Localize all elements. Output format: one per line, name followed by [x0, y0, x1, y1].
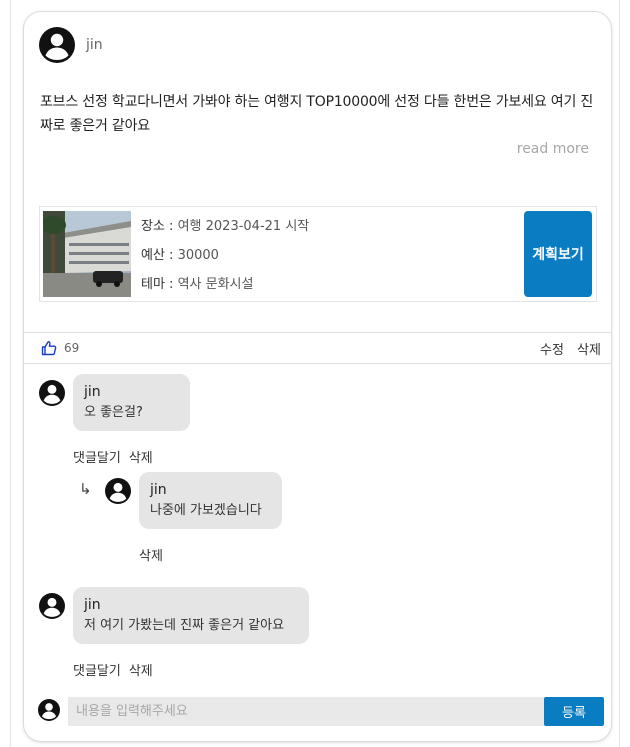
plan-summary: 장소 : 여행 2023-04-21 시작 예산 : 30000 테마 : 역사… — [39, 206, 597, 302]
read-more-link[interactable]: read more — [517, 141, 589, 157]
reply-actions: 삭제 — [139, 545, 171, 564]
post-author[interactable]: jin — [86, 37, 103, 53]
post-card: jin 포브스 선정 학교다니면서 가봐야 하는 여행지 TOP10000에 선… — [23, 11, 612, 742]
reply-author[interactable]: jin — [150, 479, 271, 501]
comment-bubble: jin 저 여기 가봤는데 진짜 좋은거 같아요 — [73, 587, 309, 644]
reply-button[interactable]: 댓글달기 — [73, 451, 121, 466]
delete-post-button[interactable]: 삭제 — [577, 339, 601, 358]
reply-arrow-icon: ↳ — [79, 480, 92, 498]
plan-theme-value: 역사 문화시설 — [177, 277, 254, 292]
post-content: 포브스 선정 학교다니면서 가봐야 하는 여행지 TOP10000에 선정 다들… — [40, 94, 594, 134]
divider — [24, 363, 611, 364]
comment-author[interactable]: jin — [84, 594, 298, 616]
thumbs-up-icon[interactable] — [41, 340, 57, 360]
comment-actions: 댓글달기 삭제 — [73, 660, 161, 679]
plan-place-label: 장소 : — [141, 219, 178, 234]
like-count: 69 — [64, 341, 80, 355]
avatar-icon[interactable] — [39, 27, 75, 63]
edit-post-button[interactable]: 수정 — [540, 339, 564, 358]
comment-text: 저 여기 가봤는데 진짜 좋은거 같아요 — [84, 618, 285, 633]
post-header: jin — [39, 27, 103, 63]
plan-place-value: 여행 2023-04-21 시작 — [177, 219, 310, 234]
avatar-icon — [38, 699, 60, 721]
submit-comment-button[interactable]: 등록 — [544, 697, 604, 726]
plan-theme-label: 테마 : — [141, 277, 178, 292]
plan-budget-value: 30000 — [177, 248, 219, 263]
reply-bubble: jin 나중에 가보겠습니다 — [139, 472, 282, 529]
plan-thumbnail — [43, 211, 131, 297]
post-action-bar: 69 수정 삭제 — [24, 333, 611, 363]
plan-info: 장소 : 여행 2023-04-21 시작 예산 : 30000 테마 : 역사… — [141, 212, 309, 299]
comment-text: 오 좋은걸? — [84, 405, 143, 420]
plan-place: 장소 : 여행 2023-04-21 시작 — [141, 212, 309, 241]
plan-budget: 예산 : 30000 — [141, 241, 309, 270]
avatar-icon[interactable] — [39, 380, 65, 406]
comment-input[interactable] — [68, 697, 544, 726]
frame-divider — [619, 0, 620, 747]
plan-theme: 테마 : 역사 문화시설 — [141, 270, 309, 299]
avatar-icon[interactable] — [105, 478, 131, 504]
view-plan-button[interactable]: 계획보기 — [524, 211, 592, 297]
frame-divider — [10, 0, 11, 747]
delete-comment-button[interactable]: 삭제 — [129, 451, 153, 466]
reply-text: 나중에 가보겠습니다 — [150, 503, 262, 518]
delete-reply-button[interactable]: 삭제 — [139, 549, 163, 564]
comment-actions: 댓글달기 삭제 — [73, 447, 161, 466]
avatar-icon[interactable] — [39, 593, 65, 619]
comment-bubble: jin 오 좋은걸? — [73, 374, 190, 431]
reply-button[interactable]: 댓글달기 — [73, 664, 121, 679]
comment-author[interactable]: jin — [84, 381, 179, 403]
plan-budget-label: 예산 : — [141, 248, 178, 263]
comment-input-row: 등록 — [38, 696, 604, 726]
delete-comment-button[interactable]: 삭제 — [129, 664, 153, 679]
